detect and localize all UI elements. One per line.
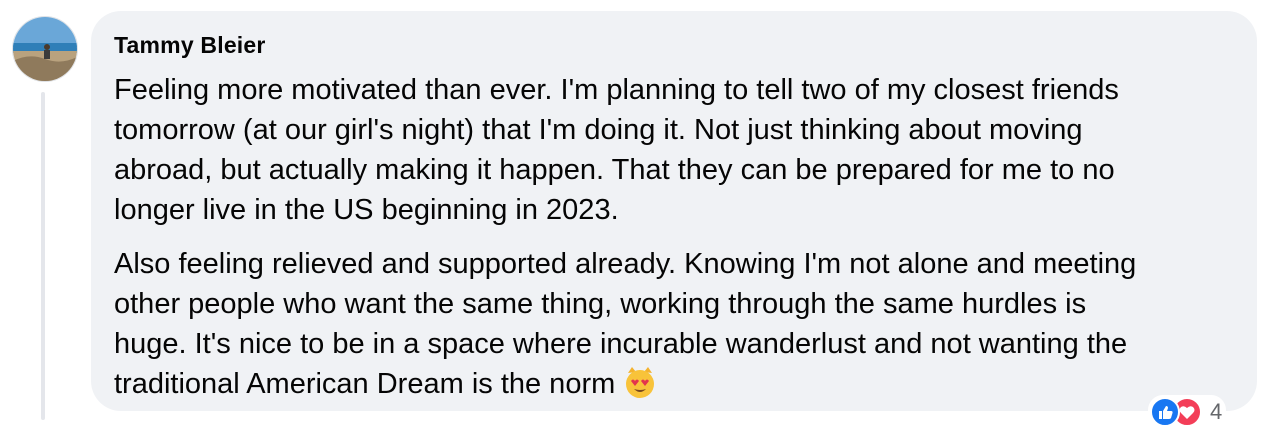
comment-line: abroad, but actually making it happen. T… xyxy=(114,154,1115,186)
comment-paragraph: Feeling more motivated than ever. I'm pl… xyxy=(114,70,1234,230)
comment-line-last: traditional American Dream is the norm xyxy=(114,364,1234,404)
comment-body: Feeling more motivated than ever. I'm pl… xyxy=(114,70,1234,404)
thread-line xyxy=(41,92,45,420)
comment-paragraph: Also feeling relieved and supported alre… xyxy=(114,244,1234,404)
comment-line: longer live in the US beginning in 2023. xyxy=(114,194,619,226)
reaction-count: 4 xyxy=(1210,399,1223,424)
comment-line: huge. It's nice to be in a space where i… xyxy=(114,328,1128,360)
comment-line-text: traditional American Dream is the norm xyxy=(114,368,616,400)
comment-author[interactable]: Tammy Bleier xyxy=(114,32,266,59)
comment-line: tomorrow (at our girl's night) that I'm … xyxy=(114,114,1083,146)
comment-line: Feeling more motivated than ever. I'm pl… xyxy=(114,74,1119,106)
avatar[interactable] xyxy=(12,16,78,82)
comment-bubble: Tammy Bleier Feeling more motivated than… xyxy=(91,11,1257,411)
comment-line: Also feeling relieved and supported alre… xyxy=(114,248,1137,280)
like-icon xyxy=(1150,397,1180,427)
avatar-beach-photo xyxy=(13,17,77,81)
reaction-summary[interactable]: 4 xyxy=(1148,395,1227,429)
comment-line: other people who want the same thing, wo… xyxy=(114,288,1087,320)
heart-eyes-cat-icon xyxy=(623,365,657,399)
